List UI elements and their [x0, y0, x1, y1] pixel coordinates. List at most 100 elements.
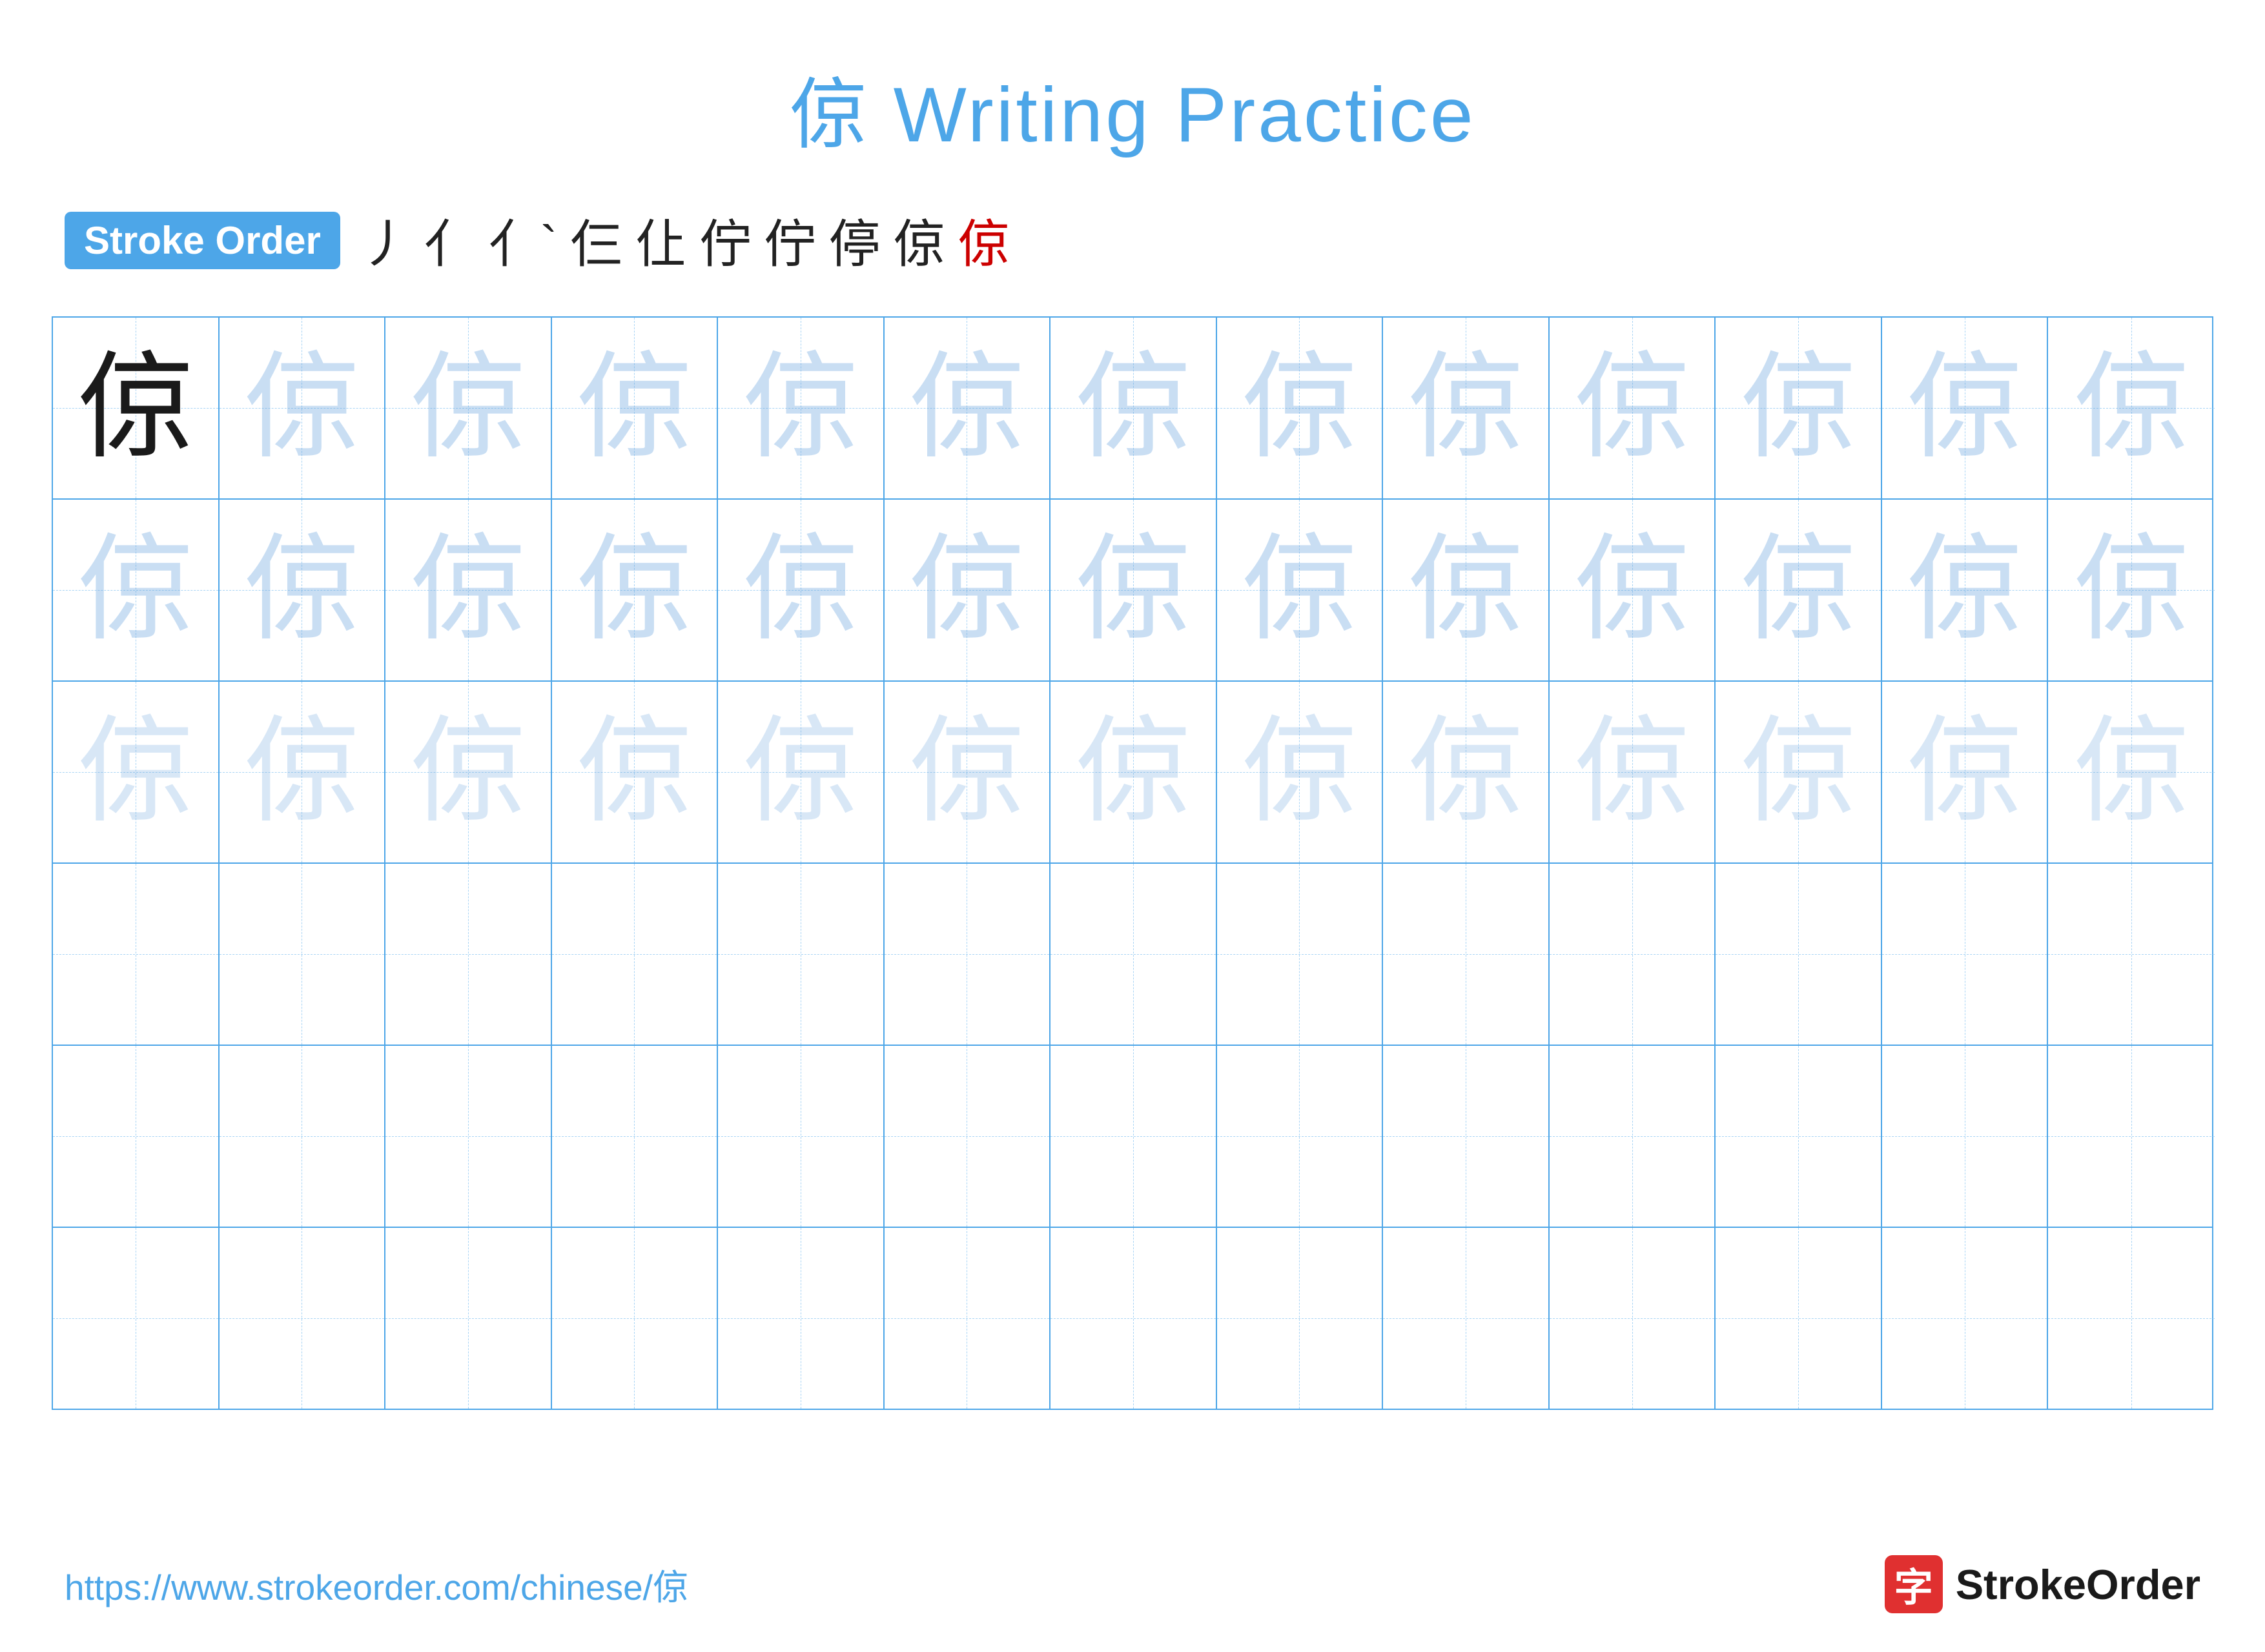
cell-4-12[interactable] — [1882, 864, 2049, 1045]
cell-6-9[interactable] — [1383, 1228, 1550, 1409]
cell-4-5[interactable] — [718, 864, 885, 1045]
grid-row-3: 倞 倞 倞 倞 倞 倞 倞 倞 倞 倞 倞 倞 倞 — [53, 682, 2212, 864]
cell-1-6[interactable]: 倞 — [885, 318, 1051, 498]
cell-5-1[interactable] — [53, 1046, 220, 1227]
grid-row-5 — [53, 1046, 2212, 1228]
stroke-2: 亻 — [424, 203, 476, 278]
cell-1-3[interactable]: 倞 — [385, 318, 552, 498]
grid-row-1: 倞 倞 倞 倞 倞 倞 倞 倞 倞 倞 倞 倞 倞 — [53, 318, 2212, 500]
cell-3-1[interactable]: 倞 — [53, 682, 220, 862]
stroke-4: 仨 — [570, 203, 622, 278]
cell-1-12[interactable]: 倞 — [1882, 318, 2049, 498]
cell-2-5[interactable]: 倞 — [718, 500, 885, 680]
cell-1-4[interactable]: 倞 — [552, 318, 719, 498]
cell-3-2[interactable]: 倞 — [220, 682, 386, 862]
cell-5-9[interactable] — [1383, 1046, 1550, 1227]
cell-5-12[interactable] — [1882, 1046, 2049, 1227]
cell-1-13[interactable]: 倞 — [2048, 318, 2215, 498]
cell-2-10[interactable]: 倞 — [1550, 500, 1716, 680]
cell-5-11[interactable] — [1716, 1046, 1882, 1227]
cell-4-11[interactable] — [1716, 864, 1882, 1045]
cell-3-12[interactable]: 倞 — [1882, 682, 2049, 862]
cell-2-9[interactable]: 倞 — [1383, 500, 1550, 680]
cell-4-4[interactable] — [552, 864, 719, 1045]
cell-3-11[interactable]: 倞 — [1716, 682, 1882, 862]
cell-5-5[interactable] — [718, 1046, 885, 1227]
stroke-10: 倞 — [958, 203, 1009, 278]
cell-4-7[interactable] — [1051, 864, 1217, 1045]
footer-logo: 字 StrokeOrder — [1885, 1555, 2200, 1613]
cell-3-7[interactable]: 倞 — [1051, 682, 1217, 862]
cell-3-10[interactable]: 倞 — [1550, 682, 1716, 862]
stroke-5: 仩 — [635, 203, 686, 278]
cell-1-9[interactable]: 倞 — [1383, 318, 1550, 498]
cell-3-5[interactable]: 倞 — [718, 682, 885, 862]
strokeorder-logo-icon: 字 — [1885, 1555, 1943, 1613]
cell-4-6[interactable] — [885, 864, 1051, 1045]
cell-2-8[interactable]: 倞 — [1217, 500, 1384, 680]
stroke-9: 倞 — [893, 203, 945, 278]
cell-3-8[interactable]: 倞 — [1217, 682, 1384, 862]
cell-2-2[interactable]: 倞 — [220, 500, 386, 680]
practice-grid: 倞 倞 倞 倞 倞 倞 倞 倞 倞 倞 倞 倞 倞 倞 倞 倞 倞 倞 倞 倞 … — [52, 316, 2213, 1410]
cell-3-3[interactable]: 倞 — [385, 682, 552, 862]
cell-5-2[interactable] — [220, 1046, 386, 1227]
cell-1-11[interactable]: 倞 — [1716, 318, 1882, 498]
strokeorder-logo-text: StrokeOrder — [1956, 1560, 2200, 1609]
cell-2-12[interactable]: 倞 — [1882, 500, 2049, 680]
cell-1-1[interactable]: 倞 — [53, 318, 220, 498]
cell-3-6[interactable]: 倞 — [885, 682, 1051, 862]
stroke-7: 佇 — [764, 203, 815, 278]
cell-1-10[interactable]: 倞 — [1550, 318, 1716, 498]
cell-2-3[interactable]: 倞 — [385, 500, 552, 680]
cell-6-2[interactable] — [220, 1228, 386, 1409]
cell-5-4[interactable] — [552, 1046, 719, 1227]
cell-5-3[interactable] — [385, 1046, 552, 1227]
cell-6-11[interactable] — [1716, 1228, 1882, 1409]
cell-3-4[interactable]: 倞 — [552, 682, 719, 862]
cell-5-8[interactable] — [1217, 1046, 1384, 1227]
cell-4-9[interactable] — [1383, 864, 1550, 1045]
cell-4-13[interactable] — [2048, 864, 2215, 1045]
cell-2-11[interactable]: 倞 — [1716, 500, 1882, 680]
stroke-6: 佇 — [699, 203, 751, 278]
cell-5-10[interactable] — [1550, 1046, 1716, 1227]
cell-2-13[interactable]: 倞 — [2048, 500, 2215, 680]
cell-5-13[interactable] — [2048, 1046, 2215, 1227]
cell-4-10[interactable] — [1550, 864, 1716, 1045]
cell-4-1[interactable] — [53, 864, 220, 1045]
cell-2-4[interactable]: 倞 — [552, 500, 719, 680]
cell-6-3[interactable] — [385, 1228, 552, 1409]
cell-2-7[interactable]: 倞 — [1051, 500, 1217, 680]
cell-3-9[interactable]: 倞 — [1383, 682, 1550, 862]
cell-3-13[interactable]: 倞 — [2048, 682, 2215, 862]
cell-6-6[interactable] — [885, 1228, 1051, 1409]
cell-6-13[interactable] — [2048, 1228, 2215, 1409]
stroke-order-badge: Stroke Order — [65, 212, 340, 269]
cell-4-8[interactable] — [1217, 864, 1384, 1045]
stroke-8: 停 — [828, 203, 880, 278]
cell-1-7[interactable]: 倞 — [1051, 318, 1217, 498]
cell-4-2[interactable] — [220, 864, 386, 1045]
footer-url[interactable]: https://www.strokeorder.com/chinese/倞 — [65, 1558, 688, 1610]
footer: https://www.strokeorder.com/chinese/倞 字 … — [65, 1555, 2200, 1613]
cell-6-10[interactable] — [1550, 1228, 1716, 1409]
grid-row-4 — [53, 864, 2212, 1046]
stroke-3: 亻` — [489, 203, 558, 278]
cell-5-6[interactable] — [885, 1046, 1051, 1227]
cell-6-5[interactable] — [718, 1228, 885, 1409]
cell-6-12[interactable] — [1882, 1228, 2049, 1409]
cell-6-1[interactable] — [53, 1228, 220, 1409]
cell-6-4[interactable] — [552, 1228, 719, 1409]
grid-row-2: 倞 倞 倞 倞 倞 倞 倞 倞 倞 倞 倞 倞 倞 — [53, 500, 2212, 682]
cell-5-7[interactable] — [1051, 1046, 1217, 1227]
cell-6-7[interactable] — [1051, 1228, 1217, 1409]
cell-1-5[interactable]: 倞 — [718, 318, 885, 498]
cell-1-8[interactable]: 倞 — [1217, 318, 1384, 498]
cell-4-3[interactable] — [385, 864, 552, 1045]
cell-2-1[interactable]: 倞 — [53, 500, 220, 680]
stroke-chars: 丿 亻 亻` 仨 仩 佇 佇 停 倞 倞 — [360, 203, 1010, 278]
cell-6-8[interactable] — [1217, 1228, 1384, 1409]
cell-2-6[interactable]: 倞 — [885, 500, 1051, 680]
cell-1-2[interactable]: 倞 — [220, 318, 386, 498]
